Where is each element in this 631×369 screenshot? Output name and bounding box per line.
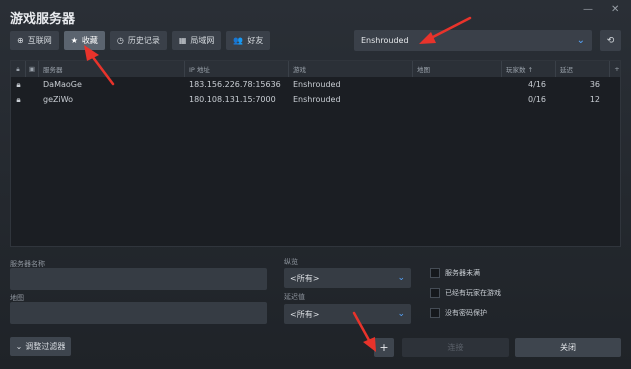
has-players-checkbox-label: 已经有玩家在游戏 — [445, 289, 501, 297]
no-password-checkbox-row[interactable]: 没有密码保护 — [430, 308, 487, 318]
server-table: 🔒︎ ▣ 服务器 IP 地址 游戏 地图 玩家数 ↑ 延迟 + 🔒︎ DaMao… — [10, 60, 621, 247]
refresh-button[interactable]: ⟲ — [600, 30, 621, 51]
shield-icon: ▣ — [28, 65, 36, 73]
add-server-button[interactable]: + — [374, 338, 394, 357]
chevron-down-icon: ⌄ — [397, 273, 405, 283]
latency-filter-label: 延迟值 — [284, 293, 305, 301]
star-icon: ★ — [70, 36, 78, 45]
add-column-button[interactable]: + — [610, 61, 620, 77]
game-filter-value: Enshrouded — [361, 36, 409, 45]
close-button[interactable]: 关闭 — [515, 338, 621, 357]
server-ip: 180.108.131.15:7000 — [189, 95, 276, 104]
server-ping: 36 — [589, 80, 600, 89]
column-header-ping[interactable]: 延迟 — [556, 61, 610, 77]
tab-label: 历史记录 — [127, 36, 160, 45]
tab-label: 互联网 — [27, 36, 52, 45]
tab-history[interactable]: ◷ 历史记录 — [109, 31, 167, 50]
server-ping: 12 — [589, 95, 600, 104]
table-row[interactable]: 🔒︎ DaMaoGe 183.156.226.78:15636 Enshroud… — [11, 77, 620, 92]
window-title: 游戏服务器 — [10, 12, 76, 27]
change-filters-label: 调整过滤器 — [25, 342, 66, 351]
table-header: 🔒︎ ▣ 服务器 IP 地址 游戏 地图 玩家数 ↑ 延迟 + — [11, 61, 620, 77]
server-players: 0/16 — [528, 95, 546, 104]
has-players-checkbox-row[interactable]: 已经有玩家在游戏 — [430, 288, 501, 298]
server-game: Enshrouded — [293, 95, 341, 104]
server-tabs: ⊕ 互联网 ★ 收藏 ◷ 历史记录 ▦ 局域网 👥 好友 — [10, 31, 271, 50]
no-password-checkbox-label: 没有密码保护 — [445, 309, 487, 317]
lock-column-header[interactable]: 🔒︎ — [11, 61, 26, 77]
has-players-checkbox[interactable] — [430, 288, 440, 298]
server-players: 4/16 — [528, 80, 546, 89]
tab-label: 收藏 — [81, 36, 98, 45]
column-header-name[interactable]: 服务器 — [39, 61, 185, 77]
column-header-players[interactable]: 玩家数 ↑ — [502, 61, 556, 77]
latency-filter-select[interactable]: <所有> ⌄ — [284, 304, 411, 324]
server-name: geZiWo — [43, 95, 74, 104]
game-filter-select[interactable]: Enshrouded ⌄ — [354, 30, 592, 51]
tab-label: 局域网 — [190, 36, 215, 45]
not-full-checkbox[interactable] — [430, 268, 440, 278]
location-filter-value: <所有> — [290, 273, 320, 283]
column-header-game[interactable]: 游戏 — [289, 61, 413, 77]
refresh-icon: ⟲ — [606, 35, 615, 46]
friends-icon: 👥 — [233, 36, 244, 45]
location-filter-select[interactable]: <所有> ⌄ — [284, 268, 411, 288]
tab-internet[interactable]: ⊕ 互联网 — [10, 31, 59, 50]
tab-label: 好友 — [247, 36, 264, 45]
connect-button[interactable]: 连接 — [402, 338, 509, 357]
clock-icon: ◷ — [116, 36, 124, 45]
server-name-filter-input[interactable] — [10, 268, 267, 290]
no-password-checkbox[interactable] — [430, 308, 440, 318]
lock-icon: 🔒︎ — [16, 94, 21, 104]
chevron-down-icon: ⌄ — [576, 35, 585, 46]
chevron-down-icon: ⌄ — [397, 309, 405, 319]
tab-friends[interactable]: 👥 好友 — [226, 31, 271, 50]
latency-filter-value: <所有> — [290, 309, 320, 319]
table-row[interactable]: 🔒︎ geZiWo 180.108.131.15:7000 Enshrouded… — [11, 92, 620, 107]
lock-icon: 🔒︎ — [16, 79, 21, 89]
tab-lan[interactable]: ▦ 局域网 — [171, 31, 222, 50]
server-name: DaMaoGe — [43, 80, 82, 89]
close-icon[interactable]: ✕ — [611, 4, 619, 15]
column-header-map[interactable]: 地图 — [413, 61, 502, 77]
minimize-icon[interactable]: — — [583, 4, 593, 15]
location-filter-label: 纵览 — [284, 258, 298, 266]
globe-icon: ⊕ — [17, 36, 24, 45]
column-header-ip[interactable]: IP 地址 — [185, 61, 289, 77]
lock-icon: 🔒︎ — [16, 64, 20, 73]
chevrons-down-icon: ⌄ — [15, 342, 23, 351]
server-game: Enshrouded — [293, 80, 341, 89]
tab-favorites[interactable]: ★ 收藏 — [63, 31, 105, 50]
not-full-checkbox-row[interactable]: 服务器未满 — [430, 268, 480, 278]
map-filter-input[interactable] — [10, 302, 267, 324]
not-full-checkbox-label: 服务器未满 — [445, 269, 480, 277]
vac-column-header[interactable]: ▣ — [26, 61, 39, 77]
lan-icon: ▦ — [178, 36, 187, 45]
server-ip: 183.156.226.78:15636 — [189, 80, 281, 89]
change-filters-button[interactable]: ⌄ 调整过滤器 — [10, 337, 71, 356]
game-servers-window: 游戏服务器 — ✕ ⊕ 互联网 ★ 收藏 ◷ 历史记录 ▦ 局域网 👥 好友 Enshro… — [0, 0, 631, 369]
